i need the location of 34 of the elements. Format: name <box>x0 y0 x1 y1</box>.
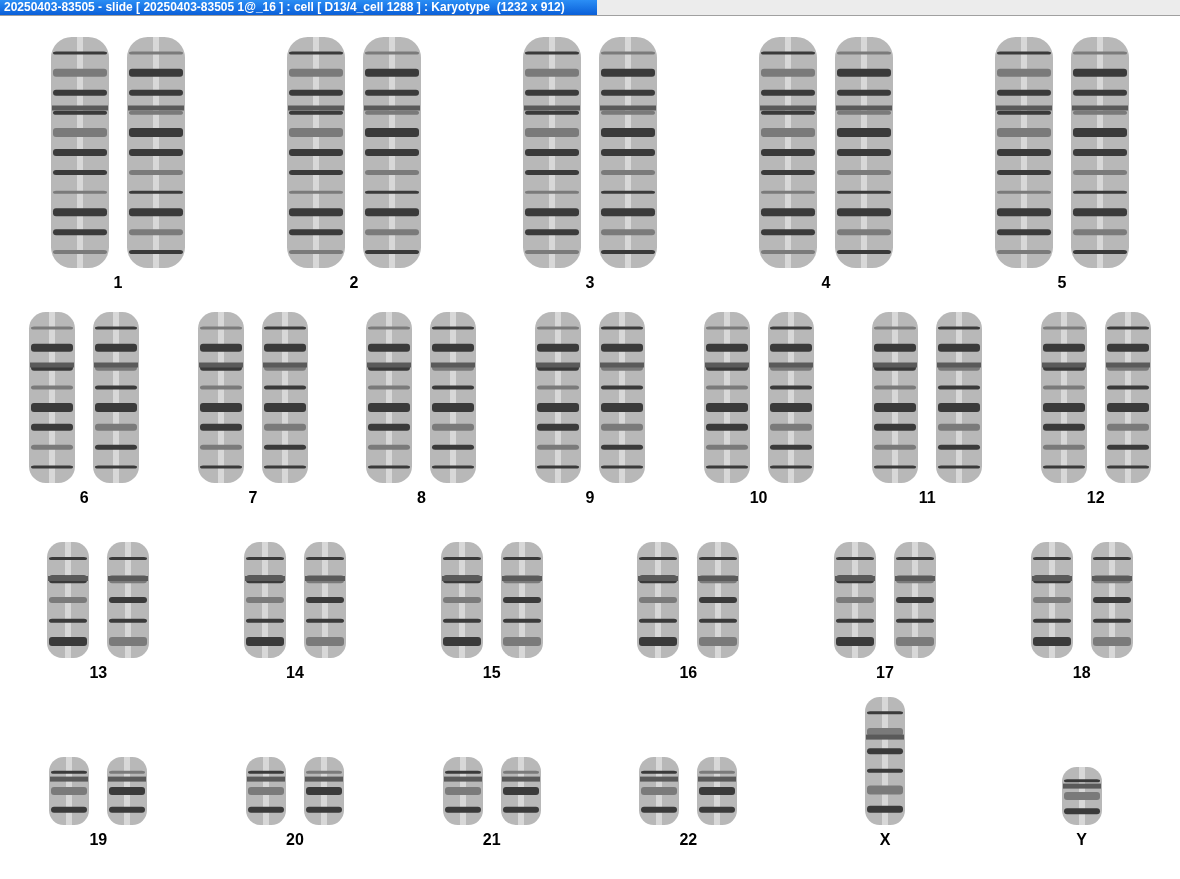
chromosome-label: 21 <box>482 831 501 849</box>
chromosome-label: 8 <box>416 489 426 507</box>
chromosome-label: 5 <box>1057 274 1067 292</box>
chromosome-drawing <box>498 755 543 827</box>
chromosome-drawing <box>440 755 485 827</box>
chromosome-drawing <box>244 755 288 827</box>
chromosome-label: 9 <box>585 489 595 507</box>
chromosome-label: 11 <box>918 489 936 507</box>
chromosome-label: 4 <box>821 274 831 292</box>
chromosome-drawing <box>105 755 150 827</box>
window-title: 20250403-83505 - slide [ 20250403-83505 1@_16 ] : cell [ D13/4_cell 1288 ] : Karyotype (1232 x 912) <box>0 0 597 15</box>
chromosome-drawing <box>1059 765 1104 827</box>
chromosome-drawing <box>302 755 346 827</box>
chromosome-label: 20 <box>286 831 304 849</box>
chromosome-label: 15 <box>482 664 501 682</box>
chromosome-label: Y <box>1076 831 1087 849</box>
chromosome-label: 18 <box>1072 664 1091 682</box>
chromosome-label: 6 <box>79 489 89 507</box>
chromosome-label: 12 <box>1086 489 1105 507</box>
chromosome-label: 10 <box>749 489 768 507</box>
chromosome-label: 3 <box>585 274 595 292</box>
chromosome-drawing <box>47 755 92 827</box>
chromosome-label: X <box>879 831 891 849</box>
chromosome-label: 2 <box>349 274 359 292</box>
chromosome-label: 19 <box>89 831 108 849</box>
chromosome-label: 13 <box>89 664 108 682</box>
chromosome-label: 7 <box>248 489 258 507</box>
chromosome-label: 22 <box>679 831 698 849</box>
chromosome-label: 14 <box>286 664 304 682</box>
chromosome-label: 16 <box>679 664 698 682</box>
chromosome-label: 17 <box>876 664 894 682</box>
chromosome-label: 1 <box>113 274 123 292</box>
chromosome-drawing <box>695 755 740 827</box>
chromosome-drawing <box>637 755 682 827</box>
